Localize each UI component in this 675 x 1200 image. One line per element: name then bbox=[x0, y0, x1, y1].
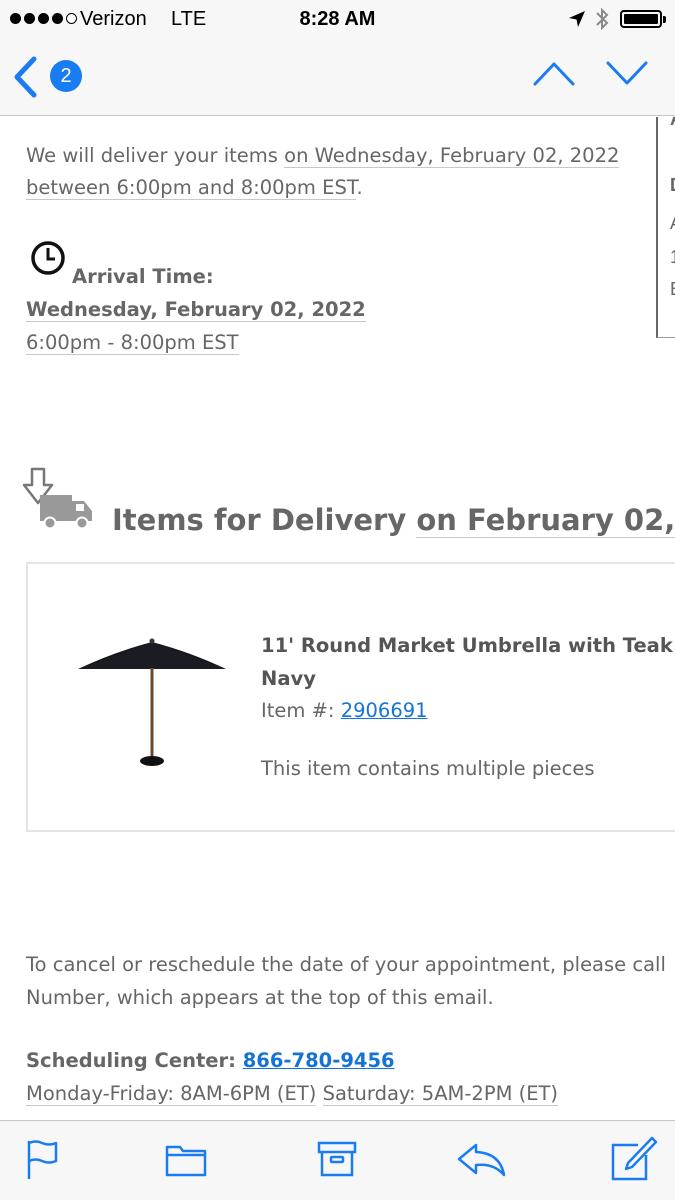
side-panel-char: A bbox=[670, 213, 675, 234]
arrival-time-label: Arrival Time: bbox=[72, 265, 214, 288]
arrival-date[interactable]: Wednesday, February 02, 2022 bbox=[26, 298, 366, 322]
message-nav-bar: 2 bbox=[0, 40, 675, 116]
product-name-line2[interactable]: Navy bbox=[261, 667, 316, 690]
items-heading-prefix: Items for Delivery bbox=[112, 503, 417, 537]
back-chevron-icon bbox=[14, 56, 37, 98]
back-count-badge: 2 bbox=[50, 60, 82, 92]
status-bar: Verizon LTE 8:28 AM bbox=[0, 0, 675, 40]
multiple-pieces-note: This item contains multiple pieces bbox=[261, 757, 595, 780]
item-number-link[interactable]: 2906691 bbox=[341, 699, 428, 722]
scheduling-center-label: Scheduling Center: bbox=[26, 1049, 243, 1072]
product-card: 11' Round Market Umbrella with Teak Navy… bbox=[26, 562, 675, 832]
mail-screen: Verizon LTE 8:28 AM 2 A D bbox=[0, 0, 675, 1200]
product-name-line1[interactable]: 11' Round Market Umbrella with Teak bbox=[261, 634, 673, 657]
previous-message-icon[interactable] bbox=[532, 58, 576, 88]
reply-icon[interactable] bbox=[456, 1139, 508, 1179]
back-button[interactable]: 2 bbox=[12, 54, 92, 100]
delivery-intro-line2: between 6:00pm and 8:00pm EST. bbox=[26, 176, 363, 200]
next-message-icon[interactable] bbox=[605, 58, 649, 88]
side-panel-char: 1 bbox=[670, 247, 675, 268]
intro-prefix: We will deliver your items bbox=[26, 144, 285, 167]
clock-icon bbox=[31, 241, 65, 275]
archive-icon[interactable] bbox=[316, 1139, 358, 1179]
side-panel-char: E bbox=[670, 279, 675, 300]
arrival-window[interactable]: 6:00pm - 8:00pm EST bbox=[26, 331, 239, 355]
side-panel-char: D bbox=[670, 175, 675, 196]
cancel-instructions-line1: To cancel or reschedule the date of your… bbox=[26, 953, 666, 976]
items-heading: Items for Delivery on February 02, bbox=[112, 503, 675, 538]
item-number-row: Item #: 2906691 bbox=[261, 699, 428, 722]
delivery-truck-icon bbox=[22, 467, 92, 530]
location-arrow-icon bbox=[569, 11, 585, 27]
umbrella-product-image[interactable] bbox=[74, 634, 230, 774]
battery-icon bbox=[620, 10, 666, 28]
items-heading-date[interactable]: on February 02, bbox=[416, 503, 675, 538]
scheduling-center-row: Scheduling Center: 866-780-9456 bbox=[26, 1049, 395, 1072]
folder-icon[interactable] bbox=[164, 1139, 208, 1179]
delivery-intro-line1: We will deliver your items on Wednesday,… bbox=[26, 144, 620, 168]
hours-saturday: Saturday: 5AM-2PM (ET) bbox=[322, 1082, 559, 1106]
scheduling-phone-link[interactable]: 866-780-9456 bbox=[243, 1049, 395, 1072]
cancel-instructions-line2: Number, which appears at the top of this… bbox=[26, 986, 494, 1009]
bluetooth-icon bbox=[596, 7, 609, 31]
item-number-label: Item #: bbox=[261, 699, 341, 722]
email-body: A D A 1 E We will deliver your items on … bbox=[0, 117, 675, 1120]
flag-icon[interactable] bbox=[26, 1139, 60, 1181]
scheduling-hours: Monday-Friday: 8AM-6PM (ET) Saturday: 5A… bbox=[26, 1082, 559, 1106]
side-panel-char: A bbox=[670, 117, 675, 130]
intro-window[interactable]: between 6:00pm and 8:00pm EST bbox=[26, 176, 357, 200]
side-info-panel: A D A 1 E bbox=[656, 117, 675, 338]
intro-suffix: . bbox=[356, 176, 363, 199]
compose-icon[interactable] bbox=[608, 1135, 658, 1183]
intro-date[interactable]: on Wednesday, February 02, 2022 bbox=[284, 144, 620, 168]
bottom-toolbar bbox=[0, 1120, 675, 1200]
hours-weekday: Monday-Friday: 8AM-6PM (ET) bbox=[26, 1082, 317, 1106]
